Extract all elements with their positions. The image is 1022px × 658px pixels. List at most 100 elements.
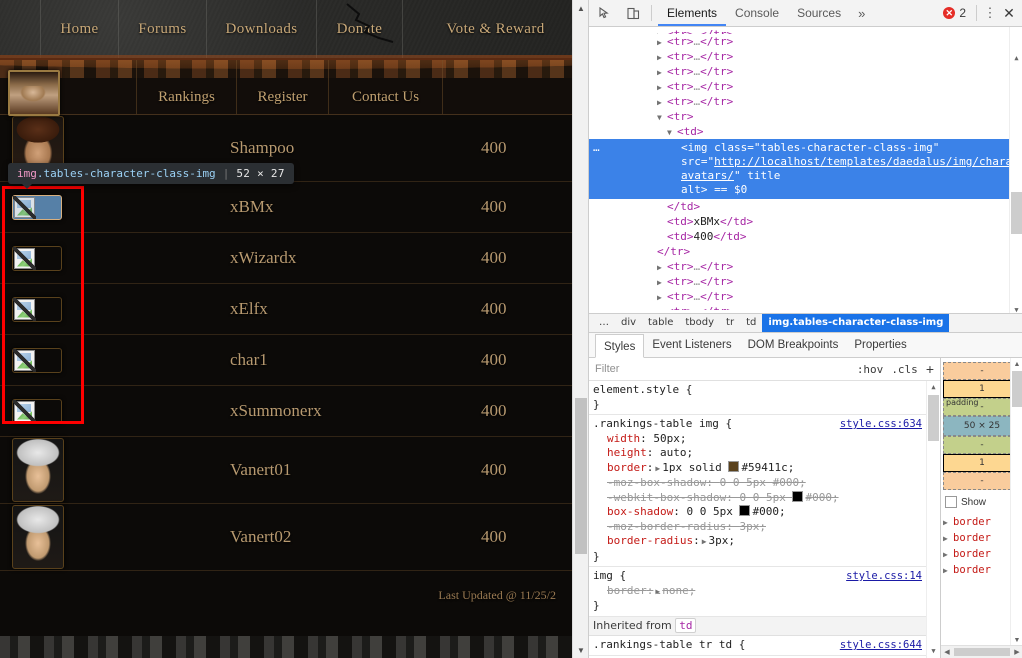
broken-image-placeholder[interactable] — [12, 398, 62, 424]
css-scroll-down-arrow-icon[interactable]: ▼ — [927, 645, 940, 658]
tab-elements[interactable]: Elements — [658, 0, 727, 26]
tab-event-listeners[interactable]: Event Listeners — [644, 333, 739, 357]
dom-row-tr[interactable]: <tr>…</tr> — [589, 34, 1022, 49]
css-rule-rankings-table-img[interactable]: style.css:634 .rankings-table img { widt… — [589, 415, 940, 567]
dom-row-tr-expanded[interactable]: <tr> — [589, 109, 1022, 124]
computed-scrollbar[interactable]: ▲ ▼ — [1010, 358, 1022, 658]
dom-tree-scrollbar[interactable]: ▲ ▼ — [1009, 27, 1022, 313]
show-all-checkbox[interactable] — [945, 496, 957, 508]
css-prop-border-none[interactable]: border: ▶ none; — [593, 584, 940, 600]
dom-scroll-down-arrow-icon[interactable]: ▼ — [1010, 303, 1022, 314]
table-row[interactable]: xBMx 400 — [0, 182, 588, 233]
color-swatch[interactable] — [739, 505, 751, 516]
expand-triangle-icon[interactable]: ▶ — [655, 587, 660, 596]
page-scrollbar[interactable]: ▲ ▼ — [572, 0, 589, 658]
dom-row-td-value[interactable]: <td>400</td> — [589, 229, 1022, 244]
table-row[interactable]: Vanert01 400 — [0, 437, 588, 504]
dom-row-tr-close[interactable]: </tr> — [589, 244, 1022, 259]
dom-scrollbar-thumb[interactable] — [1011, 192, 1022, 234]
styles-filter-input[interactable]: Filter — [595, 363, 619, 375]
table-row[interactable]: xWizardx 400 — [0, 233, 588, 284]
more-options-icon[interactable]: ⋮ — [981, 5, 999, 21]
broken-image-placeholder[interactable] — [12, 347, 62, 373]
expand-triangle-icon[interactable]: ▶ — [655, 464, 660, 473]
breadcrumb-item-ellipsis[interactable]: … — [593, 314, 615, 332]
broken-image-placeholder-hovered[interactable] — [12, 194, 62, 220]
scroll-up-arrow-icon[interactable]: ▲ — [573, 0, 589, 16]
tab-styles[interactable]: Styles — [595, 333, 645, 358]
character-avatar-image[interactable] — [12, 505, 64, 569]
css-rule-img[interactable]: style.css:14 img { border: ▶ none; } — [589, 567, 940, 617]
dom-row-tr[interactable]: <tr>…</tr> — [589, 49, 1022, 64]
css-prop-border-radius[interactable]: border-radius: ▶ 3px; — [593, 534, 940, 550]
nav-item-donate[interactable]: Donate — [317, 0, 403, 58]
table-row[interactable]: xElfx 400 — [0, 284, 588, 335]
dom-row-td-expanded[interactable]: <td> — [589, 124, 1022, 139]
breadcrumb-item-table[interactable]: table — [642, 314, 679, 332]
css-scrollbar-thumb[interactable] — [928, 395, 939, 441]
dom-row-td-close[interactable]: </td> — [589, 199, 1022, 214]
dom-img-src-link[interactable]: http://localhost/templates/daedalus/img/… — [681, 155, 1022, 182]
nav-item-vote-reward[interactable]: Vote & Reward — [403, 0, 588, 58]
css-prop-webkit-box-shadow[interactable]: -webkit-box-shadow: 0 0 5px #000; — [593, 490, 940, 506]
device-toolbar-icon[interactable] — [621, 1, 645, 25]
css-prop-width[interactable]: width: 50px; — [593, 432, 940, 447]
breadcrumb-item-tbody[interactable]: tbody — [679, 314, 720, 332]
scroll-down-arrow-icon[interactable]: ▼ — [573, 642, 589, 658]
color-swatch[interactable] — [792, 490, 804, 502]
css-source-link[interactable]: style.css:634 — [840, 417, 922, 432]
nav-item-downloads[interactable]: Downloads — [207, 0, 317, 58]
nav-item-rankings[interactable]: Rankings — [137, 60, 237, 114]
computed-horizontal-scrollbar[interactable]: ◀ ▶ — [941, 645, 1022, 658]
table-row[interactable]: char1 400 — [0, 335, 588, 386]
breadcrumb-item-tr[interactable]: tr — [720, 314, 740, 332]
page-scrollbar-thumb[interactable] — [575, 398, 587, 554]
tab-sources[interactable]: Sources — [788, 0, 850, 26]
css-source-link[interactable]: style.css:14 — [846, 569, 922, 584]
breadcrumb-item-div[interactable]: div — [615, 314, 642, 332]
dom-row-tr[interactable]: <tr>…</tr> — [589, 64, 1022, 79]
color-swatch[interactable] — [728, 460, 740, 472]
more-tabs-icon[interactable]: » — [850, 6, 873, 21]
tab-dom-breakpoints[interactable]: DOM Breakpoints — [740, 333, 847, 357]
dom-row-tr[interactable]: <tr>…</tr> — [589, 259, 1022, 274]
breadcrumb-item-img[interactable]: img.tables-character-class-img — [762, 314, 950, 332]
nav-item-forums[interactable]: Forums — [119, 0, 207, 58]
broken-image-placeholder[interactable] — [12, 296, 62, 322]
expand-triangle-icon[interactable]: ▶ — [702, 537, 707, 546]
dom-row-tr-clipped[interactable]: <tr>…</tr> — [589, 304, 1022, 310]
css-prop-box-shadow[interactable]: box-shadow: 0 0 5px #000; — [593, 505, 940, 520]
nav-item-contact-us[interactable]: Contact Us — [329, 60, 443, 114]
table-row[interactable]: Vanert02 400 — [0, 504, 588, 571]
dom-scroll-up-arrow-icon[interactable]: ▲ — [1010, 51, 1022, 64]
css-rules-area[interactable]: element.style { } style.css:634 .ranking… — [589, 381, 940, 658]
css-rule-inherited-td[interactable]: style.css:644 .rankings-table tr td { — [589, 636, 940, 656]
css-source-link[interactable]: style.css:644 — [840, 638, 922, 653]
character-avatar-image[interactable] — [12, 438, 64, 502]
broken-image-placeholder[interactable] — [12, 245, 62, 271]
hov-toggle-button[interactable]: :hov — [857, 363, 884, 376]
inspect-cursor-icon[interactable] — [593, 1, 617, 25]
nav-item-home[interactable]: Home — [41, 0, 119, 58]
table-row[interactable]: xSummonerx 400 — [0, 386, 588, 437]
hscroll-thumb[interactable] — [954, 648, 1010, 656]
css-prop-height[interactable]: height: auto; — [593, 446, 940, 461]
css-rule-element-style[interactable]: element.style { } — [589, 381, 940, 415]
breadcrumb-item-td[interactable]: td — [740, 314, 762, 332]
css-prop-moz-border-radius[interactable]: -moz-border-radius: 3px; — [593, 520, 940, 535]
css-scroll-up-arrow-icon[interactable]: ▲ — [927, 381, 940, 394]
tab-properties[interactable]: Properties — [846, 333, 914, 357]
error-count-badge[interactable]: ✕ 2 — [943, 6, 966, 20]
dom-row-tr[interactable]: <tr>…</tr> — [589, 79, 1022, 94]
nav-item-register[interactable]: Register — [237, 60, 329, 114]
cls-toggle-button[interactable]: .cls — [891, 363, 918, 376]
dom-row-clipped[interactable]: <tr>…</tr> — [589, 27, 1022, 34]
hscroll-left-arrow-icon[interactable]: ◀ — [941, 648, 953, 656]
dom-row-selected-img[interactable]: … <img class="tables-character-class-img… — [589, 139, 1022, 199]
computed-scrollbar-thumb[interactable] — [1012, 371, 1022, 407]
css-scrollbar[interactable]: ▲ ▼ — [926, 381, 940, 658]
dom-tree-pane[interactable]: <tr>…</tr> <tr>…</tr> <tr>…</tr> <tr>…</… — [589, 27, 1022, 314]
css-prop-moz-box-shadow[interactable]: -moz-box-shadow: 0 0 5px #000; — [593, 476, 940, 491]
css-prop-border[interactable]: border: ▶ 1px solid #59411c; — [593, 460, 940, 477]
dom-row-tr[interactable]: <tr>…</tr> — [589, 94, 1022, 109]
